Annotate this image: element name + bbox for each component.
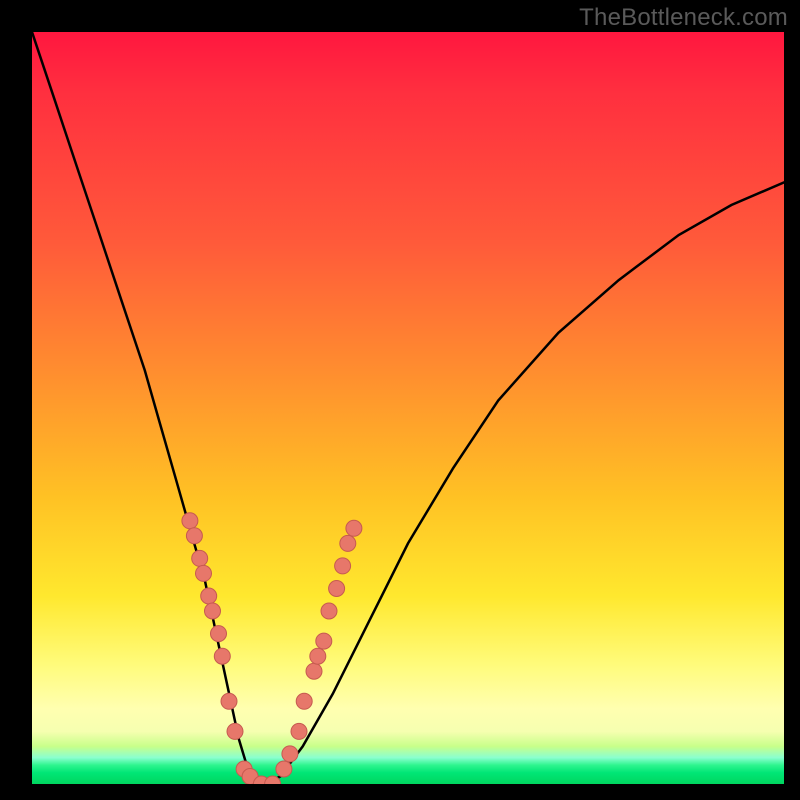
data-marker (221, 693, 237, 709)
data-marker (186, 528, 202, 544)
data-marker (310, 648, 326, 664)
data-marker (321, 603, 337, 619)
chart-container: TheBottleneck.com (0, 0, 800, 800)
watermark-text: TheBottleneck.com (579, 4, 788, 32)
data-marker (192, 550, 208, 566)
data-marker (296, 693, 312, 709)
data-marker (201, 588, 217, 604)
data-marker (211, 626, 227, 642)
data-marker (282, 746, 298, 762)
data-marker (291, 723, 307, 739)
data-marker (316, 633, 332, 649)
data-marker (335, 558, 351, 574)
curve-layer (32, 32, 784, 784)
data-marker (346, 520, 362, 536)
data-marker (196, 565, 212, 581)
data-marker (205, 603, 221, 619)
data-markers (182, 513, 362, 784)
data-marker (276, 761, 292, 777)
data-marker (340, 535, 356, 551)
data-marker (214, 648, 230, 664)
data-marker (182, 513, 198, 529)
data-marker (227, 723, 243, 739)
plot-area (32, 32, 784, 784)
data-marker (306, 663, 322, 679)
data-marker (329, 581, 345, 597)
bottleneck-curve (32, 32, 784, 784)
